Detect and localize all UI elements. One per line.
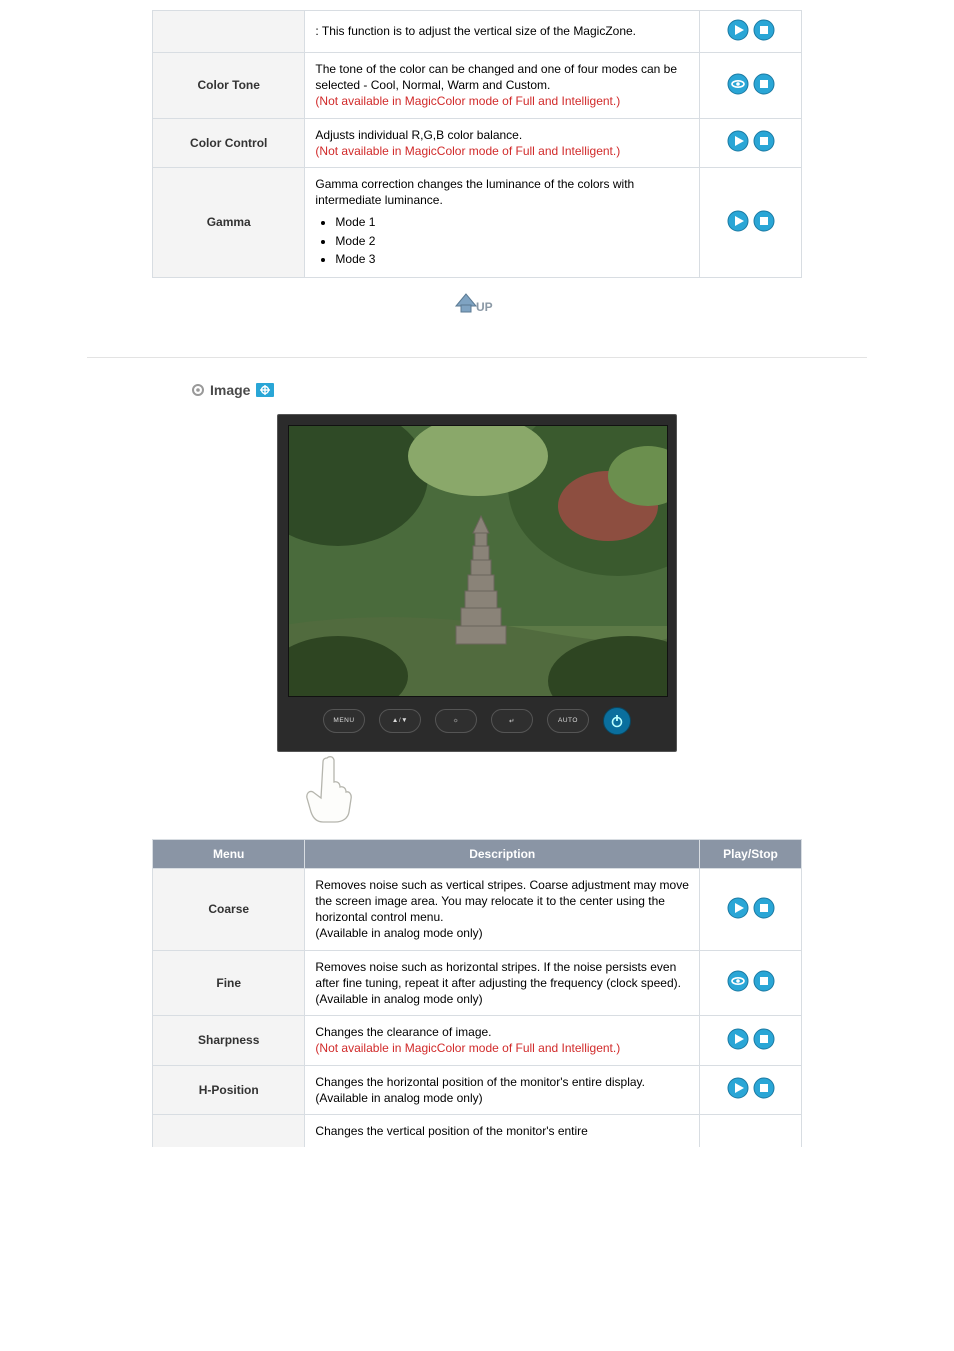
- view-icon[interactable]: [727, 73, 749, 95]
- desc-cell: Changes the clearance of image. (Not ava…: [305, 1016, 700, 1065]
- restriction-note: (Not available in MagicColor mode of Ful…: [315, 94, 620, 108]
- desc-text: : This function is to adjust the vertica…: [315, 24, 636, 38]
- monitor-preview: MENU ▲/▼ ☼ ↵ AUTO: [277, 414, 677, 827]
- play-icon[interactable]: [727, 130, 749, 152]
- monitor-button-bar: MENU ▲/▼ ☼ ↵ AUTO: [288, 697, 666, 741]
- menu-cell: Color Tone: [153, 53, 305, 119]
- play-icon[interactable]: [727, 1077, 749, 1099]
- monitor-auto-button[interactable]: AUTO: [547, 709, 589, 733]
- desc-text: Gamma correction changes the luminance o…: [315, 177, 634, 207]
- playstop-cell: [700, 868, 802, 950]
- menu-cell: Color Control: [153, 118, 305, 167]
- pointing-hand-icon: [299, 754, 359, 827]
- view-icon[interactable]: [727, 970, 749, 992]
- desc-cell: : This function is to adjust the vertica…: [305, 11, 700, 53]
- desc-tail: (Available in analog mode only): [315, 926, 482, 940]
- menu-cell: Fine: [153, 950, 305, 1016]
- desc-cell: Removes noise such as vertical stripes. …: [305, 868, 700, 950]
- play-icon[interactable]: [727, 210, 749, 232]
- table-row: Color Control Adjusts individual R,G,B c…: [153, 118, 802, 167]
- playstop-cell: [700, 1114, 802, 1147]
- play-icon[interactable]: [727, 897, 749, 919]
- menu-cell: Sharpness: [153, 1016, 305, 1065]
- section-heading: Image: [112, 382, 842, 398]
- desc-text: Removes noise such as horizontal stripes…: [315, 960, 681, 990]
- restriction-note: (Not available in MagicColor mode of Ful…: [315, 144, 620, 158]
- table-row: Fine Removes noise such as horizontal st…: [153, 950, 802, 1016]
- monitor-brightness-button[interactable]: ☼: [435, 709, 477, 733]
- up-label: UP: [476, 300, 493, 314]
- play-icon[interactable]: [727, 1028, 749, 1050]
- heading-text: Image: [210, 382, 250, 398]
- table-row: Gamma Gamma correction changes the lumin…: [153, 167, 802, 277]
- playstop-cell: [700, 118, 802, 167]
- col-header-menu: Menu: [153, 839, 305, 868]
- desc-cell: Changes the vertical position of the mon…: [305, 1114, 700, 1147]
- col-header-description: Description: [305, 839, 700, 868]
- stop-icon[interactable]: [753, 130, 775, 152]
- bullet-icon: [192, 384, 204, 396]
- desc-tail: (Available in analog mode only): [315, 992, 482, 1006]
- playstop-cell: [700, 1016, 802, 1065]
- monitor-enter-button[interactable]: ↵: [491, 709, 533, 733]
- monitor-frame: MENU ▲/▼ ☼ ↵ AUTO: [277, 414, 677, 752]
- desc-text: Adjusts individual R,G,B color balance.: [315, 128, 522, 142]
- section-divider: [87, 357, 867, 358]
- stop-icon[interactable]: [753, 1077, 775, 1099]
- menu-cell: [153, 1114, 305, 1147]
- playstop-cell: [700, 167, 802, 277]
- desc-cell: Gamma correction changes the luminance o…: [305, 167, 700, 277]
- desc-cell: Removes noise such as horizontal stripes…: [305, 950, 700, 1016]
- table-row: Sharpness Changes the clearance of image…: [153, 1016, 802, 1065]
- stop-icon[interactable]: [753, 73, 775, 95]
- desc-text: Removes noise such as vertical stripes. …: [315, 878, 688, 924]
- menu-cell: Coarse: [153, 868, 305, 950]
- stop-icon[interactable]: [753, 210, 775, 232]
- list-item: Mode 3: [335, 251, 689, 267]
- col-header-playstop: Play/Stop: [700, 839, 802, 868]
- table-row: Coarse Removes noise such as vertical st…: [153, 868, 802, 950]
- desc-tail: (Available in analog mode only): [315, 1091, 482, 1105]
- desc-cell: Adjusts individual R,G,B color balance. …: [305, 118, 700, 167]
- color-settings-table: : This function is to adjust the vertica…: [152, 10, 802, 278]
- monitor-menu-button[interactable]: MENU: [323, 709, 365, 733]
- desc-text: Changes the vertical position of the mon…: [315, 1124, 587, 1138]
- up-icon[interactable]: UP: [454, 292, 500, 326]
- monitor-power-button[interactable]: [603, 707, 631, 735]
- desc-text: Changes the clearance of image.: [315, 1025, 491, 1039]
- desc-cell: Changes the horizontal position of the m…: [305, 1065, 700, 1114]
- table-row: Changes the vertical position of the mon…: [153, 1114, 802, 1147]
- list-item: Mode 1: [335, 214, 689, 230]
- stop-icon[interactable]: [753, 1028, 775, 1050]
- table-row: H-Position Changes the horizontal positi…: [153, 1065, 802, 1114]
- menu-cell: H-Position: [153, 1065, 305, 1114]
- stop-icon[interactable]: [753, 19, 775, 41]
- menu-cell: [153, 11, 305, 53]
- playstop-cell: [700, 11, 802, 53]
- gamma-modes-list: Mode 1 Mode 2 Mode 3: [315, 214, 689, 267]
- menu-cell: Gamma: [153, 167, 305, 277]
- playstop-cell: [700, 950, 802, 1016]
- playstop-cell: [700, 53, 802, 119]
- stop-icon[interactable]: [753, 897, 775, 919]
- table-row: : This function is to adjust the vertica…: [153, 11, 802, 53]
- screen-image: [288, 425, 668, 697]
- monitor-updown-button[interactable]: ▲/▼: [379, 709, 421, 733]
- stop-icon[interactable]: [753, 970, 775, 992]
- play-icon[interactable]: [727, 19, 749, 41]
- image-section-icon: [256, 383, 274, 397]
- list-item: Mode 2: [335, 233, 689, 249]
- desc-cell: The tone of the color can be changed and…: [305, 53, 700, 119]
- restriction-note: (Not available in MagicColor mode of Ful…: [315, 1041, 620, 1055]
- image-settings-table: Menu Description Play/Stop Coarse Remove…: [152, 839, 802, 1147]
- desc-text: Changes the horizontal position of the m…: [315, 1075, 645, 1089]
- playstop-cell: [700, 1065, 802, 1114]
- desc-text: The tone of the color can be changed and…: [315, 62, 677, 92]
- table-row: Color Tone The tone of the color can be …: [153, 53, 802, 119]
